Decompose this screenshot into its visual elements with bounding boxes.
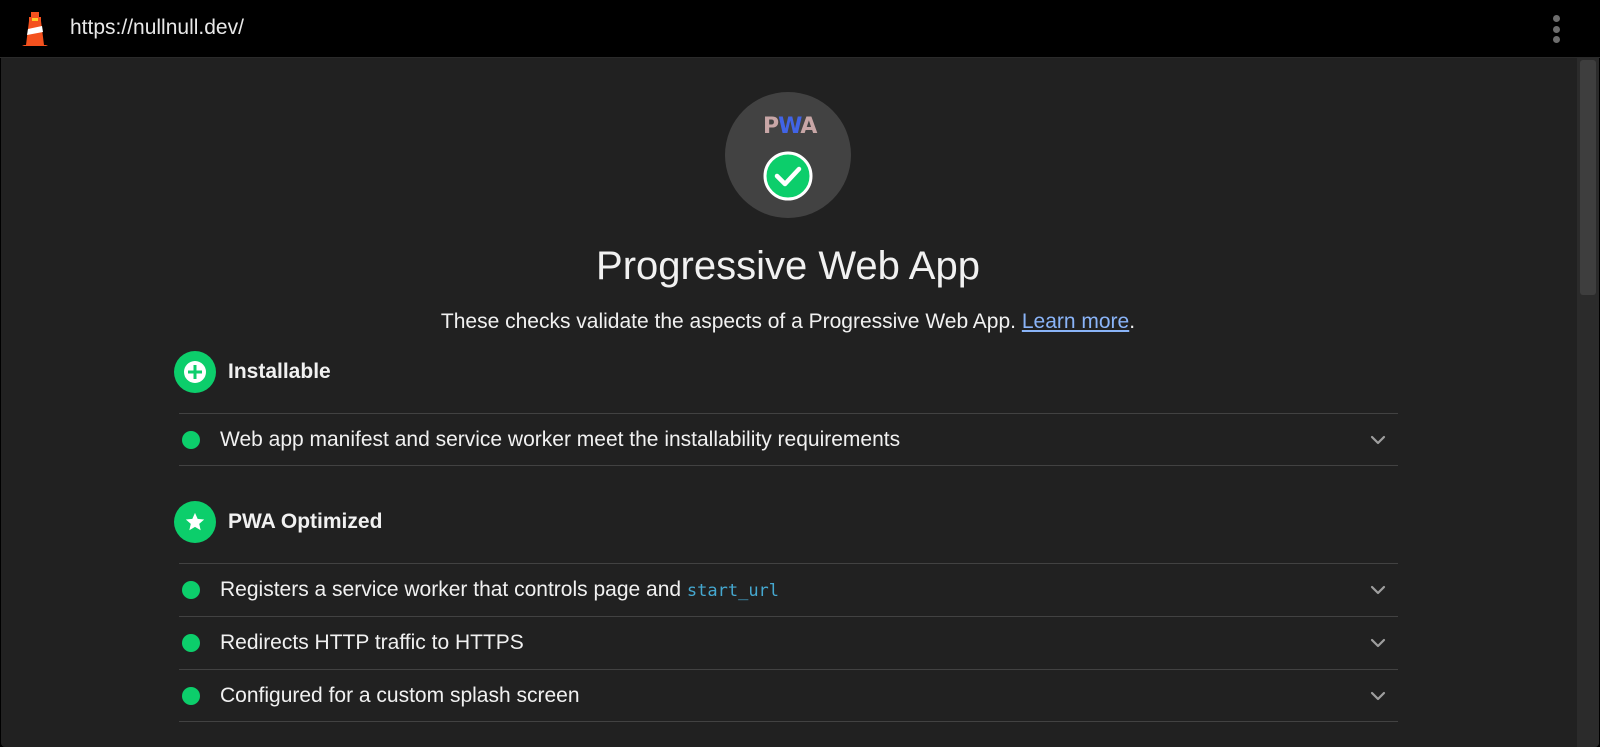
chevron-down-icon[interactable]: [1368, 686, 1388, 706]
pass-indicator: [182, 430, 200, 449]
pass-indicator: [182, 686, 200, 705]
group-title: Installable: [228, 360, 331, 383]
category-description: These checks validate the aspects of a P…: [440, 310, 1136, 333]
report-topbar: https://nullnull.dev/: [0, 0, 1600, 58]
lighthouse-report-window: https://nullnull.dev/ PWA Progressive We…: [0, 0, 1600, 747]
scrollbar-thumb[interactable]: [1580, 60, 1596, 295]
check-circle-icon: [763, 151, 813, 201]
scrollbar[interactable]: [1577, 58, 1599, 747]
pass-indicator: [182, 634, 200, 652]
audit-installable-manifest[interactable]: Web app manifest and service worker meet…: [179, 413, 1398, 466]
pass-indicator: [182, 581, 200, 599]
group-pwa-optimized: PWA Optimized: [174, 500, 382, 544]
group-title: PWA Optimized: [228, 510, 383, 533]
star-icon: [174, 501, 216, 543]
pwa-gauge[interactable]: PWA: [725, 92, 851, 218]
plus-circle-icon: [174, 351, 216, 393]
pwa-badge-text: PWA: [763, 114, 817, 139]
chevron-down-icon[interactable]: [1368, 580, 1388, 600]
group-installable: Installable: [174, 350, 331, 394]
chevron-down-icon[interactable]: [1368, 633, 1388, 653]
audit-title: Web app manifest and service worker meet…: [220, 427, 901, 451]
audit-service-worker[interactable]: Registers a service worker that controls…: [179, 563, 1398, 616]
report-url: https://nullnull.dev/: [70, 16, 244, 39]
category-title: Progressive Web App: [596, 244, 980, 288]
report-content: PWA Progressive Web App These checks val…: [1, 58, 1599, 747]
audit-title: Registers a service worker that controls…: [220, 578, 780, 601]
audit-splash-screen[interactable]: Configured for a custom splash screen: [179, 669, 1398, 722]
start-url-code: start_url: [686, 581, 780, 601]
audit-title: Redirects HTTP traffic to HTTPS: [220, 631, 524, 654]
lighthouse-icon: [22, 12, 48, 46]
audit-redirects-http[interactable]: Redirects HTTP traffic to HTTPS: [179, 616, 1398, 669]
chevron-down-icon[interactable]: [1368, 430, 1388, 450]
kebab-menu-icon[interactable]: [1544, 13, 1568, 45]
learn-more-link[interactable]: Learn more: [1022, 310, 1129, 333]
audit-title: Configured for a custom splash screen: [220, 683, 580, 707]
